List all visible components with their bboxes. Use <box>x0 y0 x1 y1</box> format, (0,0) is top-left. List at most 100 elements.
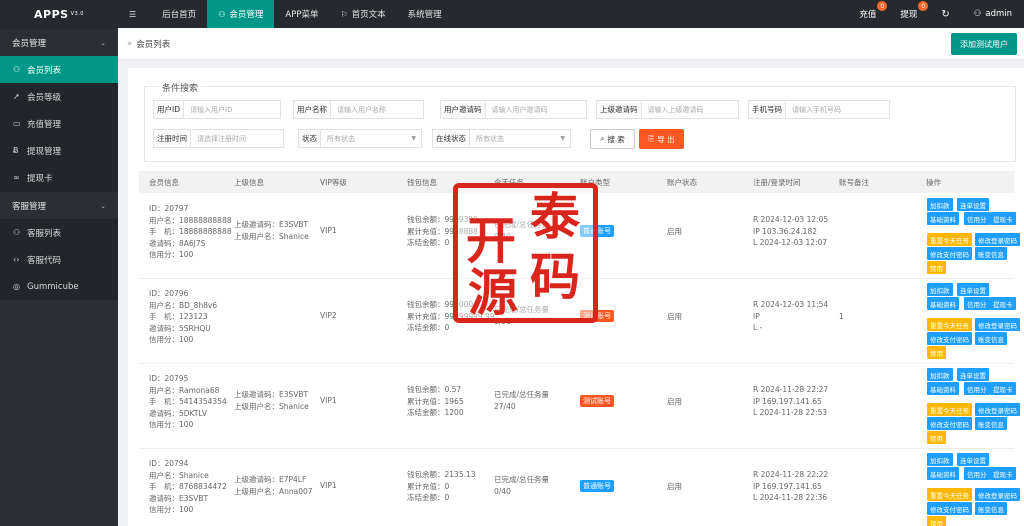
withdraw-card-button[interactable]: 提现卡 <box>990 382 1016 395</box>
change-pay-password-button[interactable]: 修改支付密码 <box>927 247 972 260</box>
change-pay-password-button[interactable]: 修改支付密码 <box>927 502 972 515</box>
sidebar-toggle[interactable]: ☰ <box>118 0 151 28</box>
withdraw-card-button[interactable]: 提现卡 <box>990 467 1016 480</box>
account-change-button[interactable]: 账变信息 <box>975 332 1007 345</box>
register-time-input[interactable]: 请选择注册时间 <box>191 130 283 147</box>
app-name: APPS <box>34 7 69 21</box>
filter-box <box>144 86 1016 162</box>
account-status: 启用 <box>667 227 682 236</box>
reset-task-button[interactable]: 重置今天任务 <box>927 488 972 501</box>
adjust-balance-button[interactable]: 加扣款 <box>927 283 953 296</box>
app-version: V3.0 <box>70 11 84 17</box>
sidebar-item-service-list[interactable]: ⚇ 客服列表 <box>0 219 118 246</box>
rocket-icon: ➚ <box>13 92 20 101</box>
invite-code-field: 用户邀请码 请输入用户邀请码 <box>440 100 587 119</box>
disable-button[interactable]: 禁用 <box>927 346 946 359</box>
basic-info-button[interactable]: 基础资料 <box>927 212 959 225</box>
credit-score-button[interactable]: 信用分 <box>964 212 990 225</box>
sidebar-group-members[interactable]: 会员管理 ⌄ <box>0 28 118 56</box>
recharge-count-badge: 0 <box>877 1 888 11</box>
wallet-info-line: 累计充值：0 <box>407 481 450 491</box>
chain-order-button[interactable]: 连单设置 <box>957 198 989 211</box>
chain-order-button[interactable]: 连单设置 <box>957 368 989 381</box>
app-logo[interactable]: APPS V3.0 <box>0 0 118 28</box>
credit-score-button[interactable]: 信用分 <box>964 467 990 480</box>
top-right: 充值 0 提现 0 ↻ ⚇ admin <box>847 0 1024 28</box>
account-change-button[interactable]: 账变信息 <box>975 417 1007 430</box>
phone-field: 手机号码 请输入手机号码 <box>748 100 890 119</box>
export-button[interactable]: ⎘ 导 出 <box>639 129 684 149</box>
online-status-select[interactable]: 在线状态 所有状态 ▼ <box>432 129 571 148</box>
username: admin <box>985 9 1012 19</box>
username-input[interactable]: 请输入用户名称 <box>331 101 423 118</box>
change-login-password-button[interactable]: 修改登录密码 <box>975 233 1020 246</box>
register-login-time: R 2024-11-28 22:27 IP 169.197.141.65 L 202… <box>753 384 828 419</box>
withdraw-card-button[interactable]: 提现卡 <box>990 297 1016 310</box>
adjust-balance-button[interactable]: 加扣款 <box>927 198 953 211</box>
adjust-balance-button[interactable]: 加扣款 <box>927 453 953 466</box>
reset-task-button[interactable]: 重置今天任务 <box>927 233 972 246</box>
basic-info-button[interactable]: 基础资料 <box>927 382 959 395</box>
table-row: ID：20795 用户名：Ramona68 手 机：5414354354 邀请码：5D… <box>139 364 1020 449</box>
add-test-user-button[interactable]: 添加测试用户 <box>951 33 1017 55</box>
account-change-button[interactable]: 账变信息 <box>975 247 1007 260</box>
basic-info-button[interactable]: 基础资料 <box>927 297 959 310</box>
export-icon: ⎘ <box>648 134 655 143</box>
sidebar-item-member-level[interactable]: ➚ 会员等级 <box>0 83 118 110</box>
search-button[interactable]: ⌕ 搜 索 <box>590 129 635 149</box>
sidebar-item-withdraw-card[interactable]: ∞ 提现卡 <box>0 164 118 191</box>
wallet-info: 钱包余额：2135.13 累计充值：0 冻结金额：0 <box>407 469 476 504</box>
disable-button[interactable]: 禁用 <box>927 431 946 444</box>
caret-down-icon: ▼ <box>560 135 565 142</box>
reset-task-button[interactable]: 重置今天任务 <box>927 403 972 416</box>
parent-info: 上级邀请码：E3SVBT 上级用户名：Shanice <box>234 389 309 412</box>
credit-score-button[interactable]: 信用分 <box>964 382 990 395</box>
disable-button[interactable]: 禁用 <box>927 261 946 274</box>
parent-invite-code-input[interactable]: 请输入上级邀请码 <box>642 101 739 118</box>
wallet-info-line: 钱包余额：2135.13 <box>407 470 476 479</box>
topnav-system[interactable]: 系统管理 <box>397 0 453 28</box>
user-id-input[interactable]: 请输入用户ID <box>184 101 280 118</box>
sidebar-item-member-list[interactable]: ⚇ 会员列表 <box>0 56 118 83</box>
status-select[interactable]: 状态 所有状态 ▼ <box>298 129 422 148</box>
invite-code-input[interactable]: 请输入用户邀请码 <box>486 101 587 118</box>
register-login-time: R 2024-12-03 11:54 IP L - <box>753 299 828 334</box>
disable-button[interactable]: 禁用 <box>927 516 946 526</box>
credit-score-button[interactable]: 信用分 <box>964 297 990 310</box>
withdraw-card-button[interactable]: 提现卡 <box>990 212 1016 225</box>
sidebar-item-service-code[interactable]: ‹› 客服代码 <box>0 246 118 273</box>
adjust-balance-button[interactable]: 加扣款 <box>927 368 953 381</box>
sidebar-item-gummicube[interactable]: ◎ Gummicube <box>0 273 118 300</box>
sidebar-item-withdraw[interactable]: Ƀ 提现管理 <box>0 137 118 164</box>
user-menu[interactable]: ⚇ admin <box>962 0 1024 28</box>
withdraw-link[interactable]: 提现 0 <box>888 0 929 28</box>
change-login-password-button[interactable]: 修改登录密码 <box>975 488 1020 501</box>
topnav-members[interactable]: ⚇ 会员管理 <box>207 0 275 28</box>
basic-info-button[interactable]: 基础资料 <box>927 467 959 480</box>
change-pay-password-button[interactable]: 修改支付密码 <box>927 417 972 430</box>
users-icon: ⚇ <box>13 228 21 237</box>
parent-invite-code-field: 上级邀请码 请输入上级邀请码 <box>596 100 739 119</box>
refresh-button[interactable]: ↻ <box>929 0 961 28</box>
reset-task-button[interactable]: 重置今天任务 <box>927 318 972 331</box>
recharge-link[interactable]: 充值 0 <box>847 0 888 28</box>
change-pay-password-button[interactable]: 修改支付密码 <box>927 332 972 345</box>
sidebar-group-service[interactable]: 客服管理 ⌄ <box>0 191 118 219</box>
chain-order-button[interactable]: 连单设置 <box>957 453 989 466</box>
wallet-info-line: 冻结金额：0 <box>407 323 450 332</box>
change-login-password-button[interactable]: 修改登录密码 <box>975 403 1020 416</box>
account-change-button[interactable]: 账变信息 <box>975 502 1007 515</box>
topnav-home-text[interactable]: ⚐ 首页文本 <box>329 0 396 28</box>
register-login-time-line: IP 169.197.141.65 <box>753 481 822 491</box>
chain-order-button[interactable]: 连单设置 <box>957 283 989 296</box>
member-info-line: 邀请码：8A6J7S <box>149 238 206 248</box>
task-info-line: 0/40 <box>494 486 511 496</box>
th-parent: 上级信息 <box>234 178 264 187</box>
sidebar-item-recharge[interactable]: ▭ 充值管理 <box>0 110 118 137</box>
topnav-home[interactable]: 后台首页 <box>151 0 207 28</box>
phone-input[interactable]: 请输入手机号码 <box>786 101 889 118</box>
caret-down-icon: ▼ <box>411 135 416 142</box>
b-icon: Ƀ <box>13 146 19 155</box>
change-login-password-button[interactable]: 修改登录密码 <box>975 318 1020 331</box>
topnav-app-menu[interactable]: APP菜单 <box>274 0 329 28</box>
